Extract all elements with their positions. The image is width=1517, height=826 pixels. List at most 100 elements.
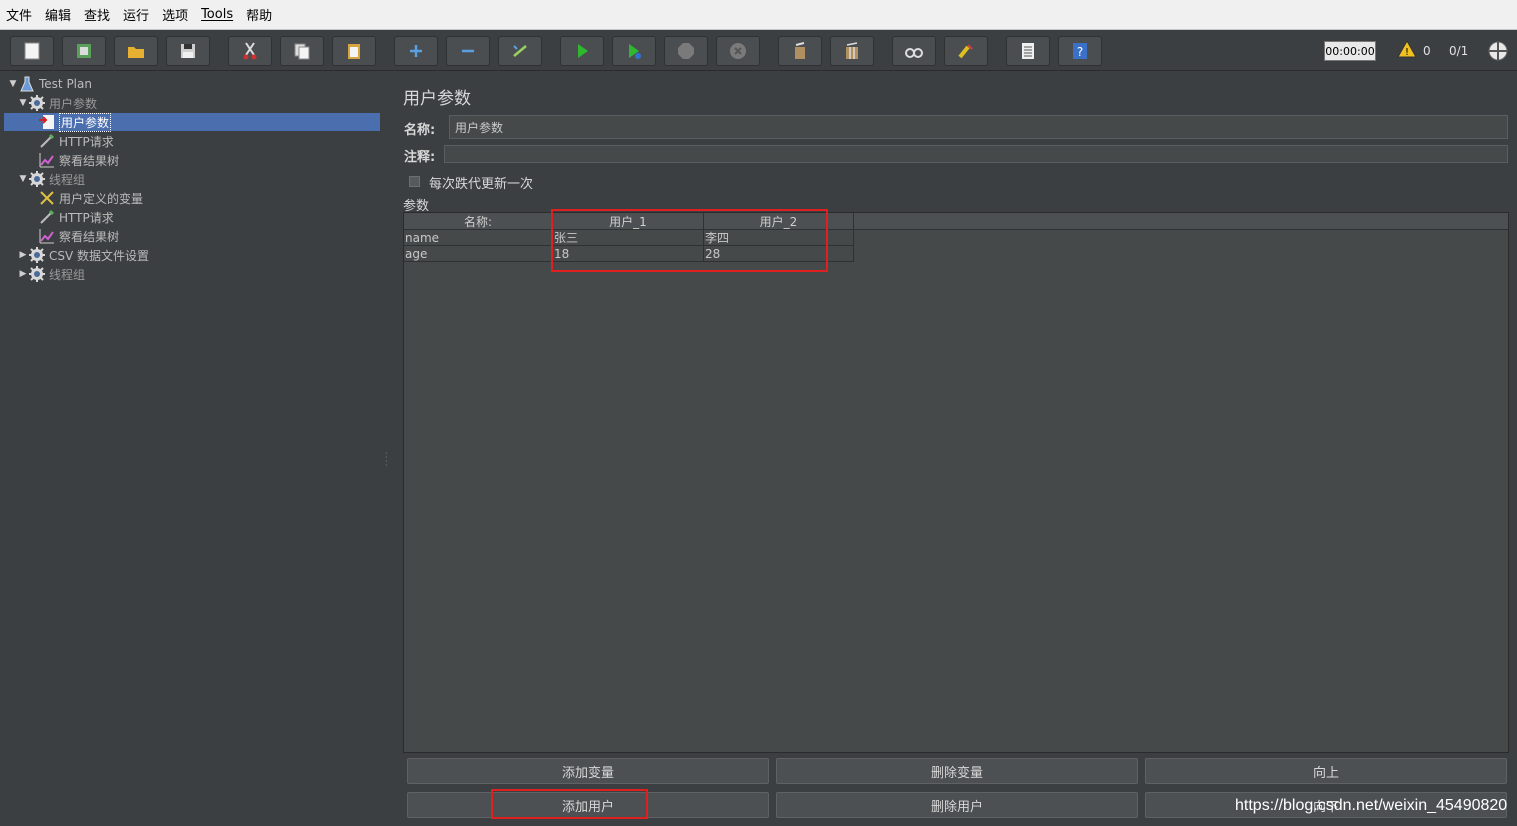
toggle-icon: [513, 45, 527, 57]
copy-button[interactable]: [280, 36, 324, 66]
name-field[interactable]: 用户参数: [449, 115, 1508, 139]
collapse-arrow-icon[interactable]: ▼: [8, 79, 18, 89]
delete-variable-button[interactable]: 删除变量: [776, 758, 1138, 784]
menu-bar: 文件 编辑 查找 运行 选项 Tools 帮助: [0, 0, 1517, 30]
tree-node-label: 线程组: [49, 267, 86, 282]
tree-node[interactable]: ▼ Test Plan: [8, 75, 92, 93]
tree-node[interactable]: 察看结果树: [28, 227, 119, 245]
new-button[interactable]: [10, 36, 54, 66]
save-button[interactable]: [166, 36, 210, 66]
function-helper-button[interactable]: [1006, 36, 1050, 66]
stop-icon: [678, 43, 694, 59]
open-button[interactable]: [114, 36, 158, 66]
new-icon: [24, 42, 40, 60]
start-no-pause-icon: [629, 44, 641, 59]
tree-node-label: 察看结果树: [59, 153, 120, 168]
menu-options[interactable]: 选项: [162, 5, 188, 24]
table-cell[interactable]: name: [404, 230, 553, 246]
column-header-user-1[interactable]: 用户_1: [553, 213, 704, 230]
stop-button[interactable]: [664, 36, 708, 66]
tree-node[interactable]: HTTP请求: [28, 132, 114, 150]
menu-run[interactable]: 运行: [123, 5, 149, 24]
tree-node[interactable]: 察看结果树: [28, 151, 119, 169]
graph-icon: [38, 228, 56, 244]
comment-label: 注释:: [404, 150, 436, 165]
collapse-arrow-icon[interactable]: ▼: [18, 174, 28, 184]
clear-button[interactable]: [778, 36, 822, 66]
expand-icon: [410, 45, 422, 57]
tree-node-label: HTTP请求: [59, 134, 114, 149]
remote-globe-icon[interactable]: [1487, 40, 1509, 65]
clear-all-button[interactable]: [830, 36, 874, 66]
update-each-iteration-checkbox[interactable]: [409, 176, 420, 187]
expand-arrow-icon[interactable]: ▶: [18, 269, 28, 279]
collapse-arrow-icon[interactable]: ▼: [18, 98, 28, 108]
gear-icon: [28, 247, 46, 263]
tree-node[interactable]: HTTP请求: [28, 208, 114, 226]
clear-all-icon: [846, 42, 858, 59]
delete-user-button[interactable]: 删除用户: [776, 792, 1138, 818]
function-helper-icon: [1022, 43, 1034, 59]
cut-button[interactable]: [228, 36, 272, 66]
templates-icon: [77, 44, 91, 58]
expand-button[interactable]: [394, 36, 438, 66]
toggle-button[interactable]: [498, 36, 542, 66]
clear-icon: [795, 42, 805, 59]
comment-field[interactable]: [444, 145, 1508, 163]
splitter-grip[interactable]: · · · ·: [385, 450, 388, 470]
column-header-filler: [854, 213, 1508, 230]
name-label: 名称:: [404, 123, 436, 138]
flask-icon: [18, 76, 36, 92]
start-button[interactable]: [560, 36, 604, 66]
test-plan-tree: ▼ Test Plan ▼ 用户参数 用户参数 HTTP请求 察看结果树 ▼ 线程组 用户定义的变…: [4, 73, 382, 826]
tree-node[interactable]: ▼ 线程组: [18, 170, 85, 188]
reset-search-button[interactable]: [944, 36, 988, 66]
column-header-user-2[interactable]: 用户_2: [704, 213, 854, 230]
tree-node[interactable]: ▼ 用户参数: [18, 94, 97, 112]
menu-help[interactable]: 帮助: [246, 5, 272, 24]
copy-icon: [294, 43, 310, 60]
tree-node-label: 用户定义的变量: [59, 191, 144, 206]
update-each-iteration-label: 每次跌代更新一次: [429, 177, 534, 192]
paste-button[interactable]: [332, 36, 376, 66]
shutdown-icon: [730, 43, 746, 59]
graph-icon: [38, 152, 56, 168]
help-icon: ?: [1073, 43, 1087, 59]
table-cell[interactable]: 张三: [553, 230, 704, 246]
move-up-button[interactable]: 向上: [1145, 758, 1507, 784]
templates-button[interactable]: [62, 36, 106, 66]
help-button[interactable]: ?: [1058, 36, 1102, 66]
collapse-icon: [462, 49, 474, 53]
expand-arrow-icon[interactable]: ▶: [18, 250, 28, 260]
menu-search[interactable]: 查找: [84, 5, 110, 24]
search-button[interactable]: [892, 36, 936, 66]
table-cell[interactable]: 18: [553, 246, 704, 262]
table-cell[interactable]: 李四: [704, 230, 854, 246]
wrench-icon: [38, 190, 56, 206]
column-header-name[interactable]: 名称:: [404, 213, 553, 230]
menu-tools[interactable]: Tools: [201, 7, 233, 22]
tree-node-label: CSV 数据文件设置: [49, 248, 150, 263]
add-user-button[interactable]: 添加用户: [407, 792, 769, 818]
menu-edit[interactable]: 编辑: [45, 5, 71, 24]
shutdown-button[interactable]: [716, 36, 760, 66]
tree-node[interactable]: 用户定义的变量: [28, 189, 143, 207]
start-no-pause-button[interactable]: [612, 36, 656, 66]
gear-icon: [28, 171, 46, 187]
toolbar: ? 00:00:00 ! 0 0/1: [0, 30, 1517, 71]
add-variable-button[interactable]: 添加变量: [407, 758, 769, 784]
thread-count: 0/1: [1449, 44, 1469, 58]
table-cell[interactable]: 28: [704, 246, 854, 262]
warning-icon[interactable]: !: [1397, 39, 1417, 61]
tree-node-label: 用户参数: [59, 112, 112, 132]
tree-node[interactable]: 用户参数: [4, 112, 380, 132]
pipette-icon: [38, 209, 56, 225]
table-cell[interactable]: age: [404, 246, 553, 262]
cut-icon: [243, 42, 257, 60]
tree-node[interactable]: ▶ CSV 数据文件设置: [18, 246, 149, 264]
pipette-icon: [38, 133, 56, 149]
tree-node[interactable]: ▶ 线程组: [18, 265, 85, 283]
collapse-button[interactable]: [446, 36, 490, 66]
svg-text:?: ?: [1077, 45, 1083, 59]
menu-file[interactable]: 文件: [6, 5, 32, 24]
